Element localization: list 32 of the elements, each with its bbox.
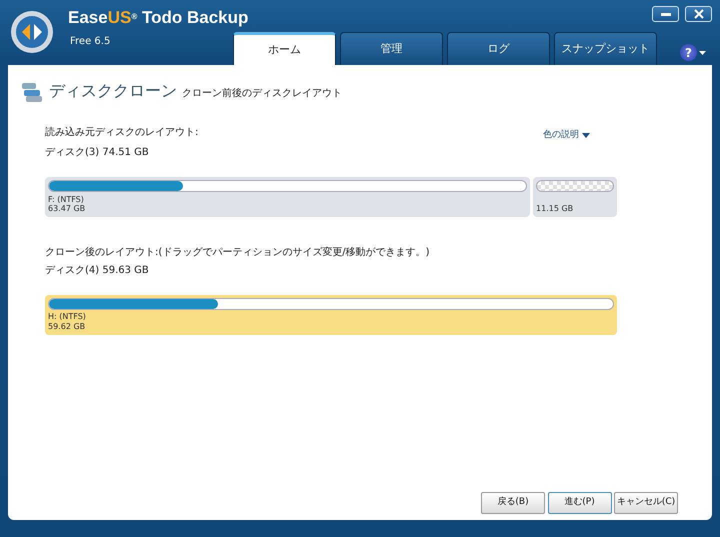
- page-subtitle: クローン前後のディスクレイアウト: [182, 86, 342, 100]
- unallocated-space[interactable]: 11.15 GB: [533, 177, 617, 217]
- partition-block[interactable]: F: (NTFS) 63.47 GB: [45, 177, 530, 217]
- disk-label: ディスク(4) 59.63 GB: [45, 264, 150, 278]
- tab[interactable]: ホーム: [233, 32, 336, 65]
- dialog-button[interactable]: 進む(P): [548, 492, 612, 514]
- caret-icon: [582, 133, 590, 138]
- partition-name: H: (NTFS): [48, 312, 87, 322]
- partition-size: 59.62 GB: [48, 322, 86, 332]
- edition-label: Free 6.5: [70, 35, 112, 49]
- partition-name: F: (NTFS): [48, 194, 85, 204]
- tab[interactable]: スナップショット: [554, 32, 657, 65]
- logo-icon: [10, 10, 54, 54]
- layout-heading: クローン後のレイアウト:(ドラッグでパーティションのサイズ変更/移動ができます。): [45, 246, 430, 260]
- dialog-button[interactable]: キャンセル(C): [614, 492, 678, 514]
- partition-block[interactable]: H: (NTFS) 59.62 GB: [45, 294, 617, 334]
- disk-clone-icon: [20, 81, 44, 103]
- legend-dropdown[interactable]: 色の説明: [543, 129, 590, 142]
- partition-size: 11.15 GB: [536, 204, 574, 214]
- tab[interactable]: 管理: [340, 32, 443, 65]
- layout-heading: 読み込み元ディスクのレイアウト:: [45, 126, 198, 140]
- close-icon: [694, 9, 704, 19]
- app-title: EaseUS$^{®}$ Todo Backup: [68, 9, 248, 26]
- disk-label: ディスク(3) 74.51 GB: [45, 146, 150, 160]
- close-button[interactable]: [685, 6, 712, 22]
- partition-size: 63.47 GB: [48, 204, 86, 214]
- dialog-button[interactable]: 戻る(B): [481, 492, 545, 514]
- caret-icon: [699, 50, 706, 54]
- minimize-button[interactable]: [652, 6, 679, 22]
- minimize-icon: [660, 12, 670, 16]
- page-title: ディスククローン: [49, 80, 177, 102]
- tab[interactable]: ログ: [447, 32, 550, 65]
